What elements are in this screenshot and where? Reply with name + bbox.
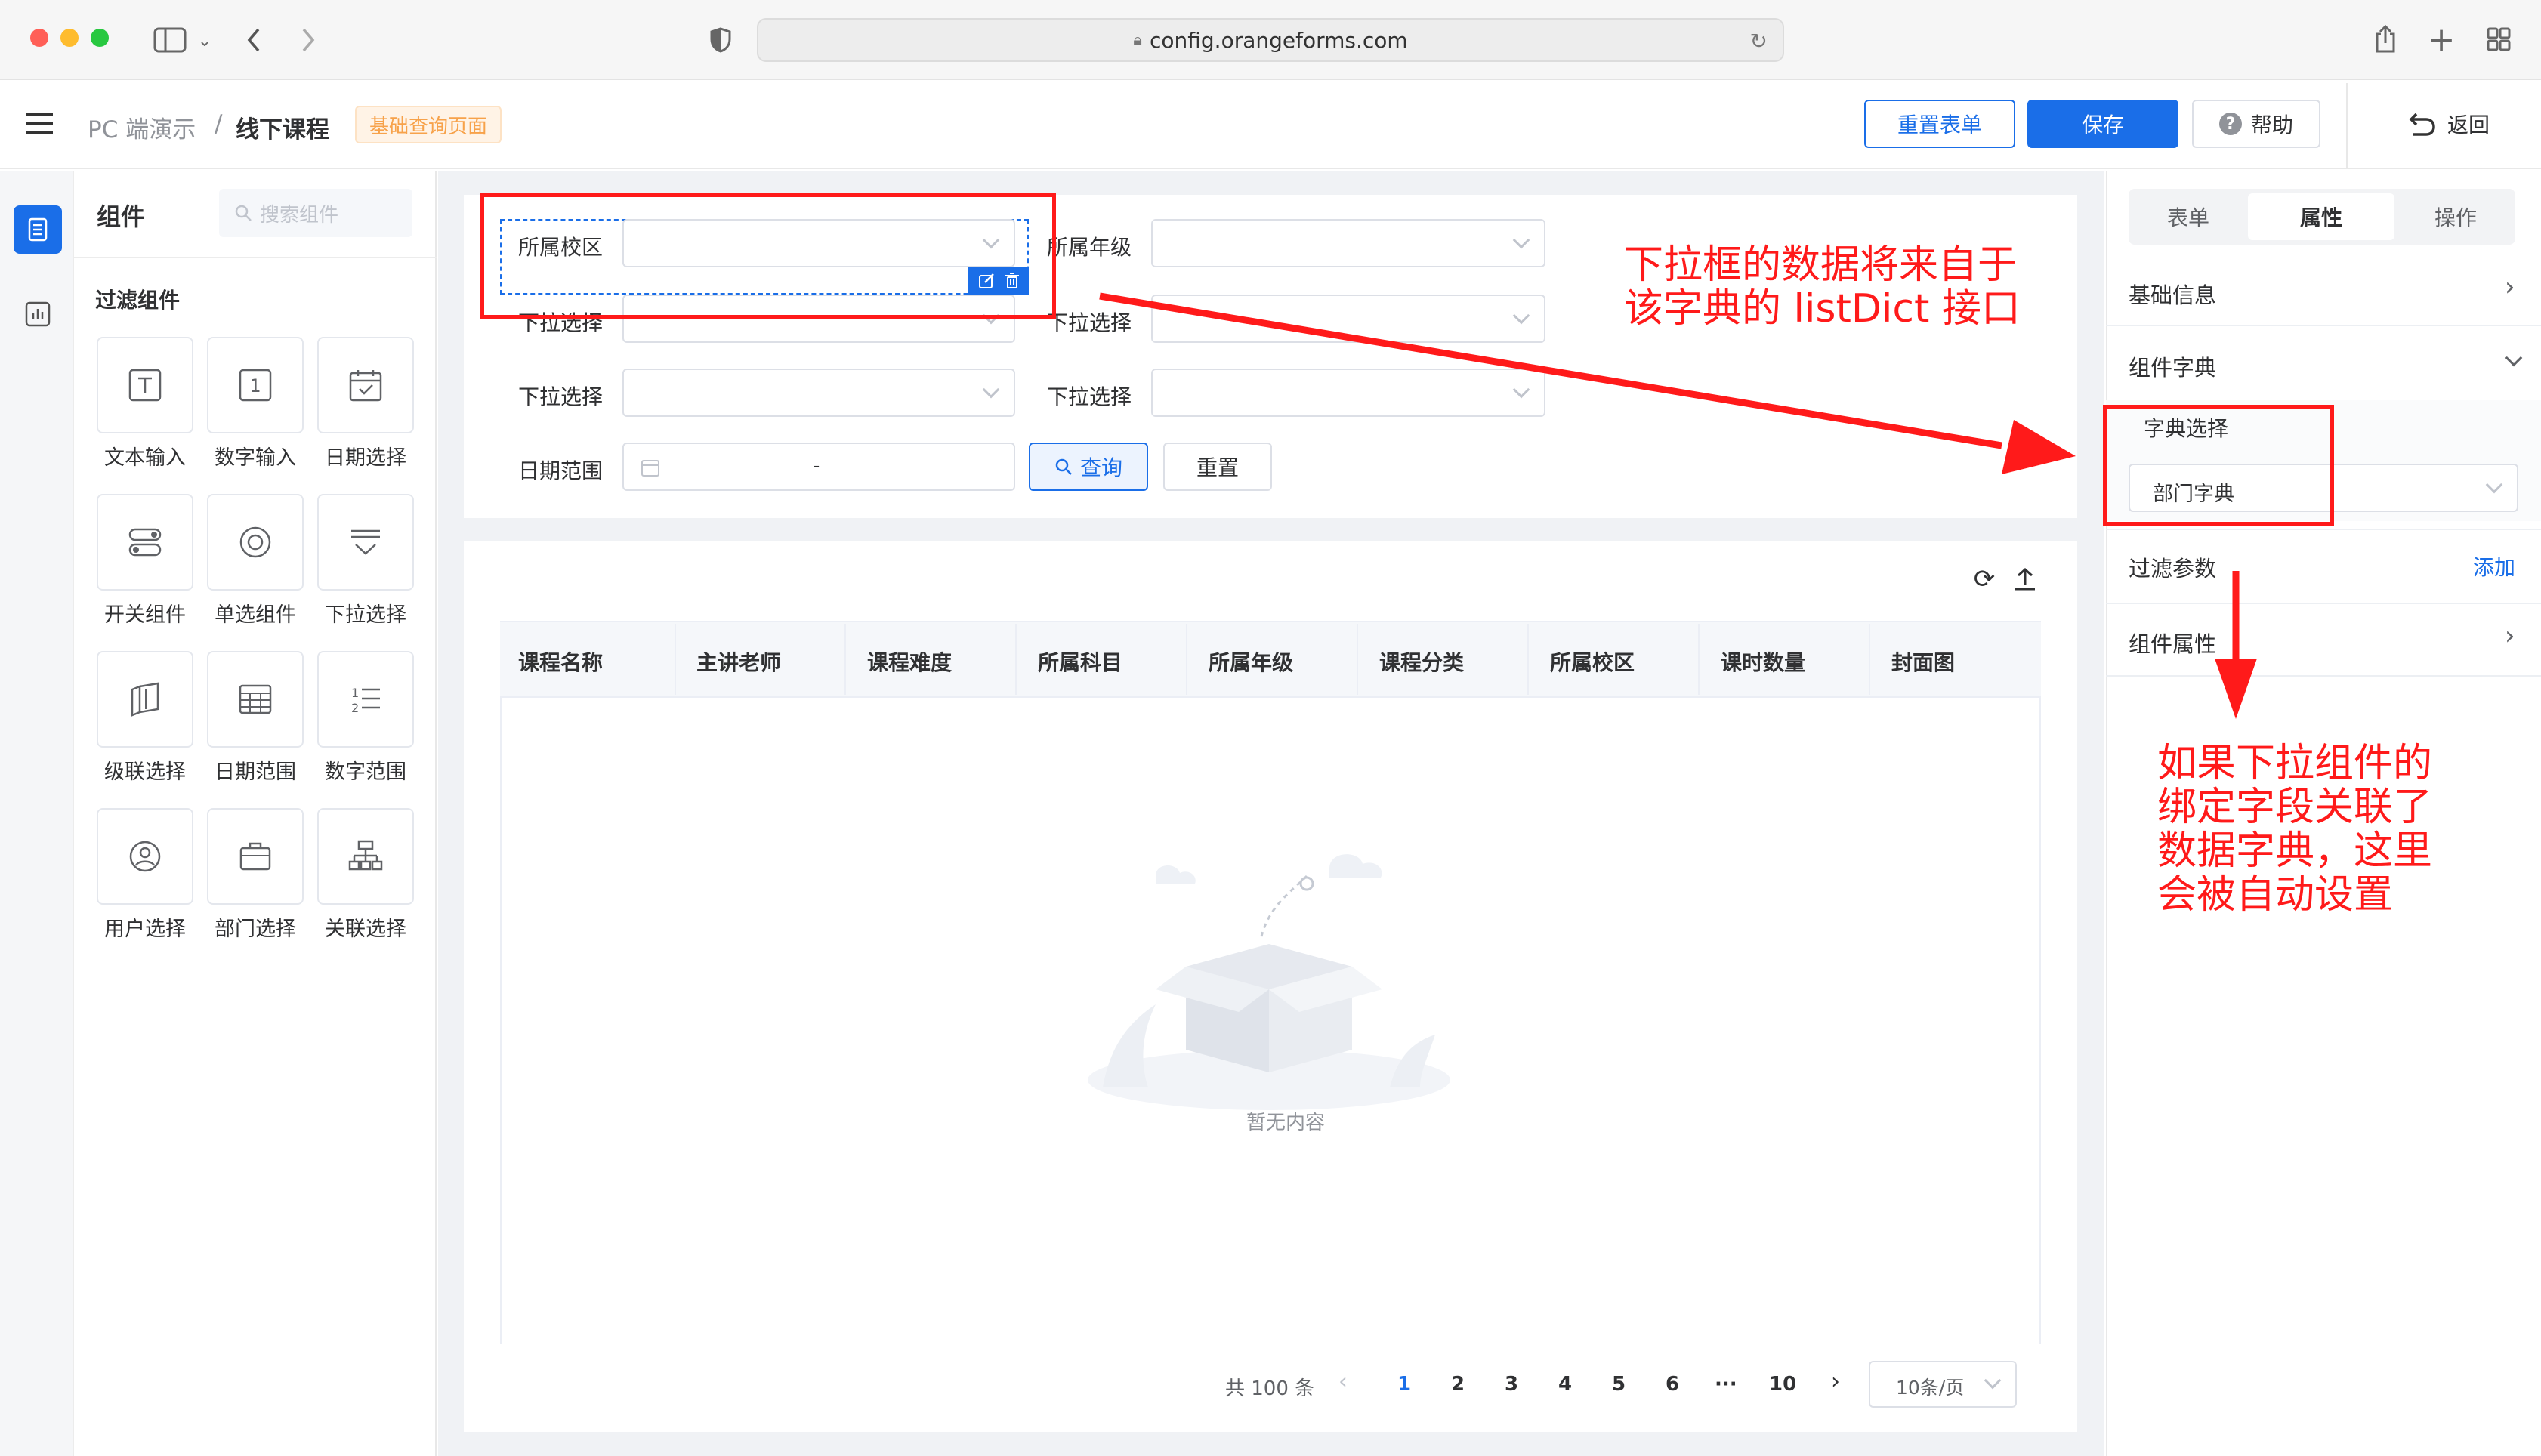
arrow-head (2002, 420, 2076, 474)
arrow-to-dict-panel (1099, 292, 2002, 449)
annotation-arrows (1099, 292, 2257, 719)
arrow-head (2215, 659, 2257, 719)
